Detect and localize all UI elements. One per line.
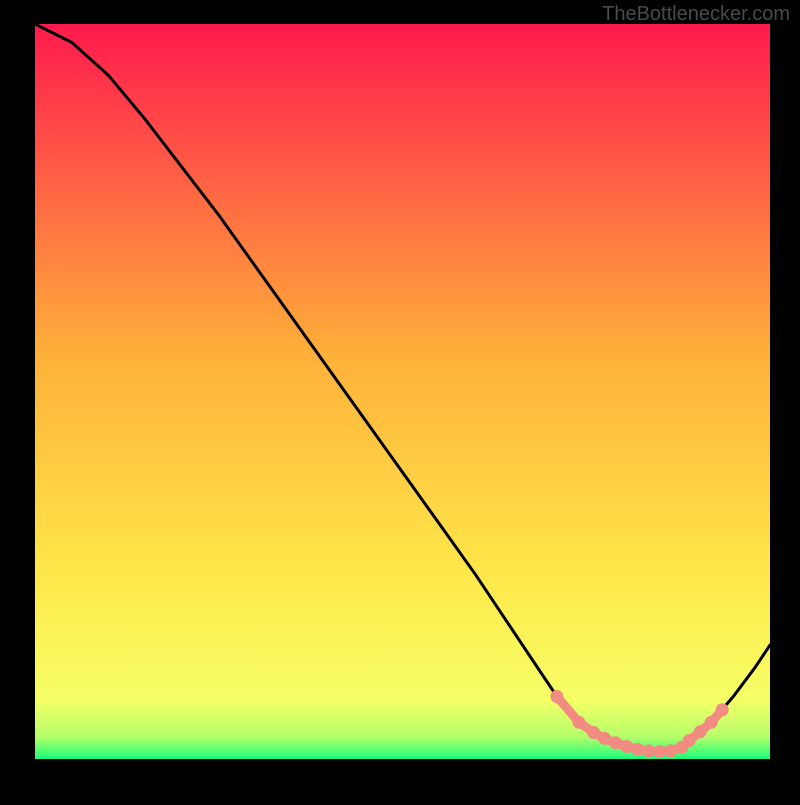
bottleneck-chart: TheBottlenecker.com <box>0 0 800 800</box>
highlight-dot <box>683 734 696 747</box>
plot-background <box>35 24 770 759</box>
highlight-dot <box>716 703 729 716</box>
highlight-dot <box>631 743 644 756</box>
chart-svg: TheBottlenecker.com <box>0 0 800 800</box>
attribution-text: TheBottlenecker.com <box>602 3 790 25</box>
highlight-dot <box>550 690 563 703</box>
highlight-dot <box>664 744 677 757</box>
highlight-dot <box>705 716 718 729</box>
highlight-dot <box>572 716 585 729</box>
highlight-dot <box>694 725 707 738</box>
highlight-dot <box>609 736 622 749</box>
highlight-dot <box>587 726 600 739</box>
highlight-dot <box>620 740 633 753</box>
highlight-dot <box>642 744 655 757</box>
